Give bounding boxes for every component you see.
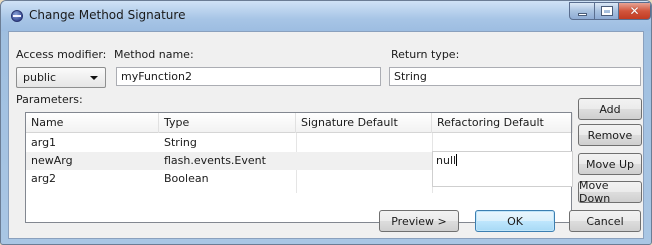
maximize-icon (600, 6, 613, 16)
method-name-value: myFunction2 (121, 70, 193, 83)
column-header-type[interactable]: Type (159, 113, 296, 133)
dialog-window: Change Method Signature ✕ Access modifie… (0, 0, 652, 245)
method-name-label: Method name: (114, 48, 194, 61)
text-caret (456, 154, 458, 166)
move-up-button[interactable]: Move Up (578, 153, 642, 175)
param-signature-default (296, 170, 301, 188)
param-signature-default (296, 134, 301, 152)
column-header-refactoring-default[interactable]: Refactoring Default (432, 113, 573, 133)
move-down-button[interactable]: Move Down (578, 179, 642, 205)
eclipse-icon (11, 10, 23, 22)
minimize-icon (577, 12, 587, 16)
access-modifier-label: Access modifier: (16, 48, 107, 61)
param-type: String (164, 136, 197, 149)
title-bar[interactable]: Change Method Signature ✕ (1, 1, 651, 31)
table-header: Name Type Signature Default Refactoring … (26, 113, 573, 133)
param-type: flash.events.Event (164, 154, 266, 167)
window-title: Change Method Signature (29, 8, 186, 22)
method-name-input[interactable]: myFunction2 (116, 67, 381, 86)
remove-button[interactable]: Remove (578, 124, 642, 146)
column-header-signature-default[interactable]: Signature Default (296, 113, 432, 133)
close-icon: ✕ (629, 4, 640, 18)
return-type-value: String (394, 70, 427, 83)
preview-button[interactable]: Preview > (379, 210, 459, 232)
parameters-table[interactable]: Name Type Signature Default Refactoring … (25, 112, 573, 223)
param-name: newArg (31, 154, 73, 167)
refactoring-default-editor[interactable]: null (432, 151, 573, 187)
ok-button[interactable]: OK (475, 210, 555, 232)
maximize-button[interactable] (594, 2, 619, 20)
chevron-down-icon (90, 76, 98, 80)
param-refactoring-default (432, 134, 437, 152)
param-name: arg1 (31, 136, 57, 149)
refactoring-default-value: null (436, 154, 457, 167)
dialog-body: Access modifier: Method name: Return typ… (8, 31, 644, 239)
param-signature-default (296, 152, 301, 170)
close-button[interactable]: ✕ (618, 2, 651, 20)
column-header-name[interactable]: Name (26, 113, 159, 133)
minimize-button[interactable] (569, 2, 595, 20)
access-modifier-value: public (23, 71, 57, 84)
cancel-button[interactable]: Cancel (569, 210, 641, 232)
parameters-label: Parameters: (16, 93, 83, 106)
return-type-label: Return type: (391, 48, 460, 61)
param-type: Boolean (164, 172, 209, 185)
return-type-input[interactable]: String (389, 67, 641, 86)
param-name: arg2 (31, 172, 57, 185)
add-button[interactable]: Add (578, 98, 642, 120)
table-row[interactable]: arg1 String (26, 134, 571, 152)
access-modifier-select[interactable]: public (16, 67, 106, 88)
